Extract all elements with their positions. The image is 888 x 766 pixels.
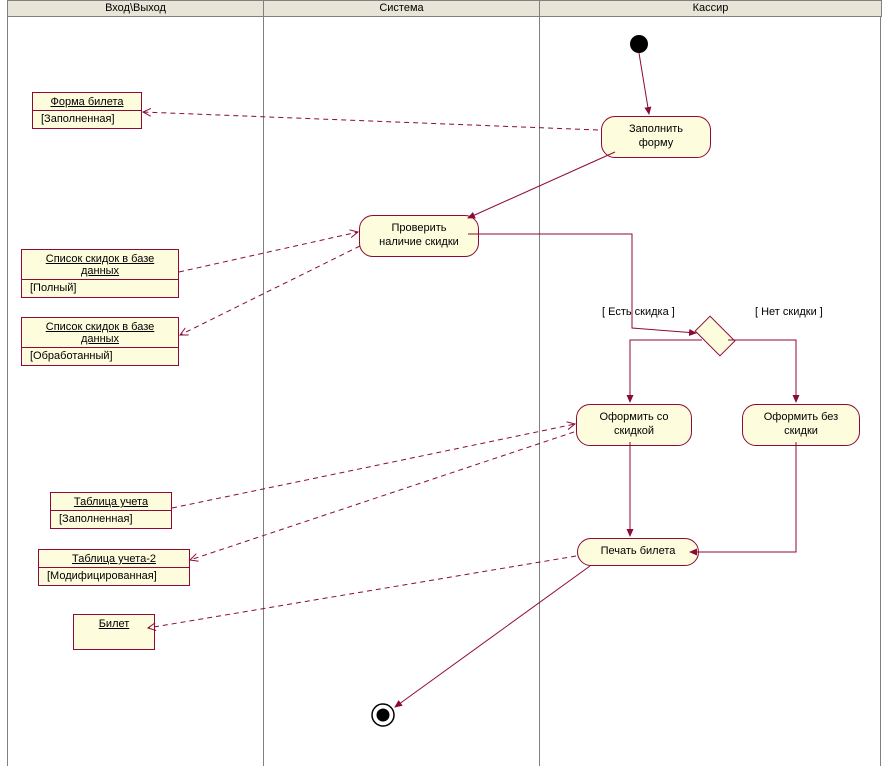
object-title: Билет: [74, 615, 154, 632]
swimlane-right-border: [880, 16, 881, 766]
object-title: Форма билета: [33, 93, 141, 110]
swimlane-divider-1: [263, 16, 264, 766]
swimlane-header-cashier: Кассир: [539, 0, 882, 17]
activity-apply-with-discount: Оформить со скидкой: [576, 404, 692, 446]
swimlane-header-io: Вход\Выход: [7, 0, 264, 17]
activity-fill-form: Заполнить форму: [601, 116, 711, 158]
guard-no-discount: [ Нет скидки ]: [755, 306, 823, 318]
final-node-dot: [377, 709, 390, 722]
initial-node: [630, 35, 648, 53]
decision-discount: [694, 315, 735, 356]
final-node-ring: [372, 704, 394, 726]
object-state: [Модифицированная]: [39, 567, 189, 585]
object-ticket-form: Форма билета [Заполненная]: [32, 92, 142, 129]
object-title: Список скидок в базе данных: [22, 318, 178, 347]
object-discount-list-processed: Список скидок в базе данных [Обработанны…: [21, 317, 179, 366]
object-accounting-table-2: Таблица учета-2 [Модифицированная]: [38, 549, 190, 586]
object-state: [Обработанный]: [22, 347, 178, 365]
object-title: Таблица учета: [51, 493, 171, 510]
activity-check-discount: Проверить наличие скидки: [359, 215, 479, 257]
object-ticket: Билет: [73, 614, 155, 650]
swimlane-divider-2: [539, 16, 540, 766]
guard-has-discount: [ Есть скидка ]: [602, 306, 675, 318]
object-state: [Полный]: [22, 279, 178, 297]
swimlane-left-border: [7, 16, 8, 766]
activity-apply-without-discount: Оформить без скидки: [742, 404, 860, 446]
object-title: Таблица учета-2: [39, 550, 189, 567]
object-state: [Заполненная]: [33, 110, 141, 128]
swimlane-header-system: Система: [263, 0, 540, 17]
object-title: Список скидок в базе данных: [22, 250, 178, 279]
object-discount-list-full: Список скидок в базе данных [Полный]: [21, 249, 179, 298]
object-state: [Заполненная]: [51, 510, 171, 528]
object-accounting-table: Таблица учета [Заполненная]: [50, 492, 172, 529]
activity-print-ticket: Печать билета: [577, 538, 699, 566]
